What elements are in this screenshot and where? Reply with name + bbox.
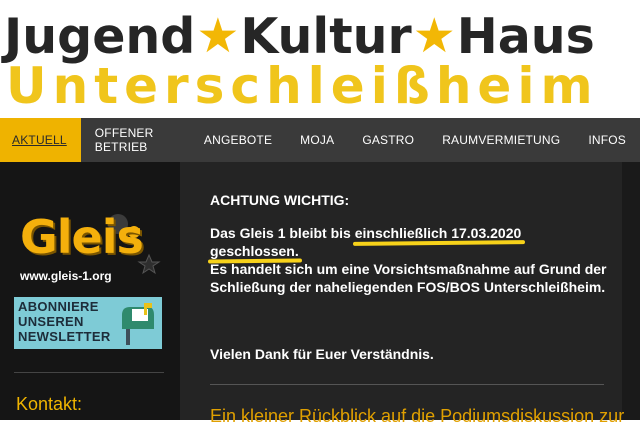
kontakt-heading: Kontakt: [16,394,83,414]
logo-word-haus: Haus [456,7,595,65]
post-title-link[interactable]: Ein kleiner Rückblick auf die Podiumsdis… [210,406,624,427]
notice-highlight-closed: geschlossen. [210,243,299,259]
notice-text: Es handelt sich um eine Vorsichtsmaßnahm… [210,261,607,295]
main-navigation: AKTUELL OFFENER BETRIEB ANGEBOTE MOJA GA… [0,118,640,162]
mailbox-icon [122,303,154,345]
nav-item-gastro[interactable]: GASTRO [348,118,428,162]
nav-item-angebote[interactable]: ANGEBOTE [190,118,286,162]
newsletter-banner[interactable]: ABONNIERE UNSEREN NEWSLETTER [14,297,162,349]
nav-item-offener-betrieb[interactable]: OFFENER BETRIEB [81,118,190,162]
newsletter-line: NEWSLETTER [18,329,111,344]
newsletter-text: ABONNIERE UNSEREN NEWSLETTER [18,299,118,344]
sidebar-divider [14,372,164,373]
gleis-logo-text: Gleis [20,210,144,264]
notice-thanks: Vielen Dank für Euer Verständnis. [210,346,434,362]
nav-item-infos[interactable]: INFOS [574,118,640,162]
site-header: Jugend ★ Kultur ★ Haus Unterschleißheim [0,0,640,118]
site-logo-subtitle: Unterschleißheim [6,57,599,115]
nav-item-aktuell[interactable]: AKTUELL [0,118,81,162]
notice-highlight-date: einschließlich 17.03.2020 [354,225,522,241]
star-icon: ★ [196,8,240,64]
content-divider [210,384,604,385]
star-icon: ★ [412,8,456,64]
newsletter-line: UNSEREN [18,314,84,329]
newsletter-line: ABONNIERE [18,299,99,314]
notice-body: Das Gleis 1 bleibt bis einschließlich 17… [210,224,610,296]
notice-heading: ACHTUNG WICHTIG: [210,192,350,208]
logo-word-jugend: Jugend [4,7,196,65]
nav-item-moja[interactable]: MOJA [286,118,348,162]
sidebar: Gleis www.gleis-1.org ABONNIERE UNSEREN … [0,162,180,420]
gleis-url: www.gleis-1.org [20,269,112,283]
logo-word-kultur: Kultur [240,7,412,65]
notice-text: Das Gleis 1 bleibt bis [210,225,355,241]
notice-article: ACHTUNG WICHTIG: Das Gleis 1 bleibt bis … [180,162,624,426]
main-content: ACHTUNG WICHTIG: Das Gleis 1 bleibt bis … [180,162,640,426]
nav-item-raumvermietung[interactable]: RAUMVERMIETUNG [428,118,574,162]
